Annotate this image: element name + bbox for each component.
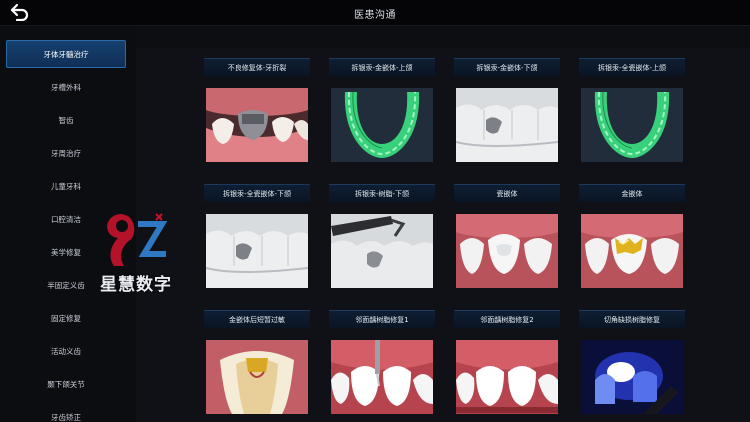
- sidebar-item-label: 固定修复: [51, 313, 81, 323]
- sidebar-item[interactable]: 儿童牙科: [6, 172, 126, 200]
- sidebar-item-label: 牙体牙髓治疗: [43, 49, 89, 59]
- case-card-title: 拆银汞-全瓷嵌体-下颌: [204, 184, 310, 202]
- sidebar-item-label: 半固定义齿: [47, 280, 85, 290]
- case-card-title: 拆银汞-全瓷嵌体-上颌: [579, 58, 685, 76]
- case-thumbnail: [456, 214, 558, 288]
- sidebar-item[interactable]: 颞下颌关节: [6, 370, 126, 398]
- case-thumbnail: [581, 340, 683, 414]
- sidebar-item-label: 牙槽外科: [51, 82, 81, 92]
- page-title: 医患沟通: [354, 10, 396, 21]
- case-card[interactable]: 金嵌体: [573, 178, 691, 290]
- case-card-title: 金嵌体后短暂过敏: [204, 310, 310, 328]
- case-thumbnail: [331, 340, 433, 414]
- sidebar-item[interactable]: 智齿: [6, 106, 126, 134]
- case-card-title: 金嵌体: [579, 184, 685, 202]
- sidebar-item-label: 儿童牙科: [51, 181, 81, 191]
- sidebar-item[interactable]: 牙周治疗: [6, 139, 126, 167]
- sidebar-item[interactable]: 美学修复: [6, 238, 126, 266]
- sidebar-item[interactable]: 牙体牙髓治疗: [6, 40, 126, 68]
- case-thumbnail: [581, 88, 683, 162]
- case-card-title: 邻面龋树脂修复2: [454, 310, 560, 328]
- case-card[interactable]: 拆银汞-全瓷嵌体-上颌: [573, 52, 691, 164]
- case-thumbnail: [206, 214, 308, 288]
- case-thumbnail: [206, 88, 308, 162]
- sidebar-item-label: 活动义齿: [51, 346, 81, 356]
- case-card-title: 拆银汞-金嵌体-下颌: [454, 58, 560, 76]
- case-thumbnail: [331, 88, 433, 162]
- content-header-strip: [136, 26, 750, 48]
- case-card-title: 邻面龋树脂修复1: [329, 310, 435, 328]
- case-thumbnail: [206, 340, 308, 414]
- sidebar-item-label: 颞下颌关节: [47, 379, 85, 389]
- case-thumbnail: [581, 214, 683, 288]
- case-thumbnail: [456, 88, 558, 162]
- sidebar-item[interactable]: 固定修复: [6, 304, 126, 332]
- case-card[interactable]: 切角缺损树脂修复: [573, 304, 691, 416]
- case-card-title: 拆银汞-树脂-下颌: [329, 184, 435, 202]
- case-card-title: 不良修复体-牙折裂: [204, 58, 310, 76]
- sidebar-item[interactable]: 半固定义齿: [6, 271, 126, 299]
- case-card[interactable]: 金嵌体后短暂过敏: [198, 304, 316, 416]
- sidebar: 牙体牙髓治疗 牙槽外科智齿牙周治疗儿童牙科口腔清洁美学修复半固定义齿固定修复活动义…: [0, 26, 136, 422]
- case-thumbnail: [456, 340, 558, 414]
- sidebar-item[interactable]: 活动义齿: [6, 337, 126, 365]
- case-card-title: 切角缺损树脂修复: [579, 310, 685, 328]
- case-card[interactable]: 拆银汞-金嵌体-下颌: [448, 52, 566, 164]
- sidebar-item-label: 牙周治疗: [51, 148, 81, 158]
- case-thumbnail: [331, 214, 433, 288]
- sidebar-item[interactable]: 牙槽外科: [6, 73, 126, 101]
- sidebar-item-label: 智齿: [58, 115, 74, 125]
- sidebar-item-label: 口腔清洁: [51, 214, 81, 224]
- case-card[interactable]: 邻面龋树脂修复1: [323, 304, 441, 416]
- content-grid: 不良修复体-牙折裂 拆银汞-金嵌体-上颌 拆银汞-金嵌体-下颌 拆银汞-全瓷嵌体…: [136, 26, 750, 422]
- top-bar: 医患沟通: [0, 0, 750, 26]
- sidebar-item-label: 美学修复: [51, 247, 81, 257]
- case-card-title: 拆银汞-金嵌体-上颌: [329, 58, 435, 76]
- case-card[interactable]: 不良修复体-牙折裂: [198, 52, 316, 164]
- case-card[interactable]: 瓷嵌体: [448, 178, 566, 290]
- sidebar-item-label: 牙齿矫正: [51, 412, 81, 422]
- sidebar-item[interactable]: 口腔清洁: [6, 205, 126, 233]
- case-card[interactable]: 拆银汞-树脂-下颌: [323, 178, 441, 290]
- case-card[interactable]: 拆银汞-全瓷嵌体-下颌: [198, 178, 316, 290]
- case-card-title: 瓷嵌体: [454, 184, 560, 202]
- sidebar-item[interactable]: 牙齿矫正: [6, 403, 126, 422]
- case-card[interactable]: 拆银汞-金嵌体-上颌: [323, 52, 441, 164]
- case-card[interactable]: 邻面龋树脂修复2: [448, 304, 566, 416]
